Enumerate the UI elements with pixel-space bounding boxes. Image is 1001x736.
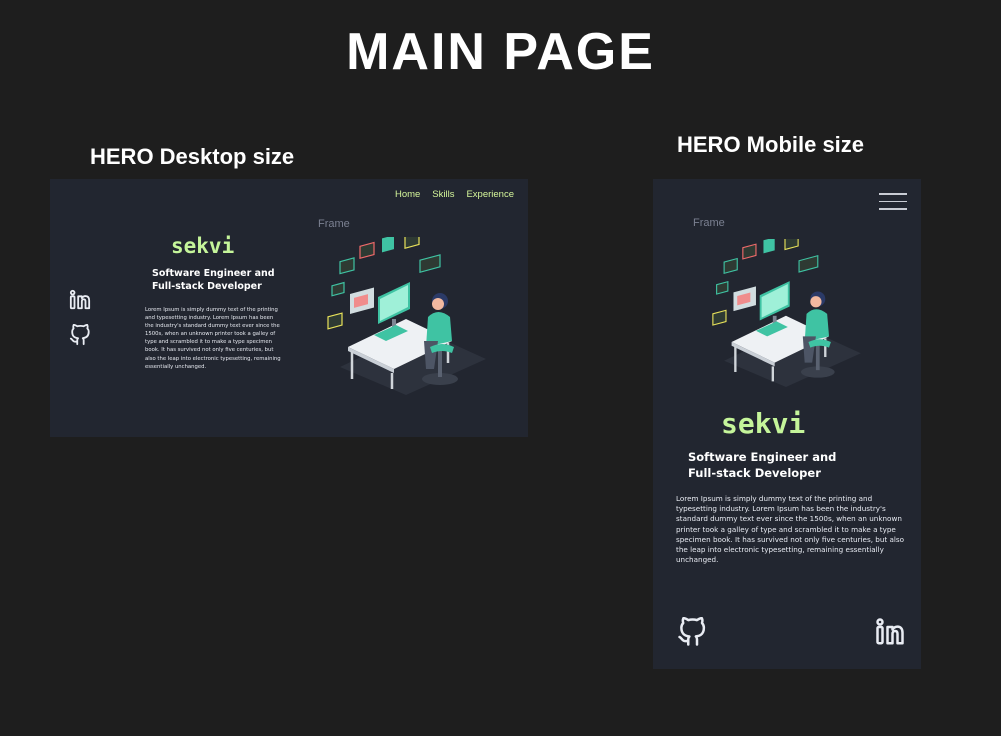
desktop-role-line-1: Software Engineer and bbox=[152, 268, 275, 279]
desktop-nav: Home Skills Experience bbox=[395, 189, 514, 200]
mobile-role-title: Software Engineer and Full-stack Develop… bbox=[688, 449, 836, 481]
mobile-github-link[interactable] bbox=[677, 617, 707, 647]
desktop-description: Lorem Ipsum is simply dummy text of the … bbox=[145, 307, 281, 370]
github-icon bbox=[678, 617, 706, 646]
nav-link-experience[interactable]: Experience bbox=[466, 189, 514, 200]
desktop-linkedin-link[interactable] bbox=[69, 289, 91, 311]
desktop-role-line-2: Full-stack Developer bbox=[152, 281, 262, 292]
mobile-frame-label: Frame bbox=[693, 217, 725, 229]
mobile-description: Lorem Ipsum is simply dummy text of the … bbox=[676, 494, 905, 565]
nav-link-skills[interactable]: Skills bbox=[432, 189, 454, 200]
mobile-hero-frame: Frame sekvi Software Engineer and Full-s… bbox=[653, 179, 921, 669]
mobile-role-line-1: Software Engineer and bbox=[688, 450, 837, 464]
desktop-brand-name: sekvi bbox=[171, 234, 235, 258]
mobile-linkedin-link[interactable] bbox=[875, 617, 905, 647]
github-icon bbox=[69, 324, 90, 346]
nav-link-home[interactable]: Home bbox=[395, 189, 420, 200]
mobile-brand-name: sekvi bbox=[721, 407, 806, 440]
mobile-developer-illustration bbox=[691, 239, 879, 387]
desktop-github-link[interactable] bbox=[69, 324, 91, 346]
desktop-section-label: HERO Desktop size bbox=[90, 144, 295, 169]
hamburger-menu-icon[interactable] bbox=[879, 193, 907, 216]
mobile-section-label: HERO Mobile size bbox=[677, 132, 865, 157]
desktop-frame-label: Frame bbox=[318, 218, 350, 230]
linkedin-icon bbox=[876, 618, 904, 645]
linkedin-icon bbox=[69, 289, 91, 310]
desktop-role-title: Software Engineer and Full-stack Develop… bbox=[152, 267, 275, 293]
mobile-role-line-2: Full-stack Developer bbox=[688, 466, 821, 480]
desktop-developer-illustration bbox=[320, 237, 490, 395]
desktop-hero-frame: Home Skills Experience Frame sekvi Softw… bbox=[50, 179, 528, 437]
page-title: MAIN PAGE bbox=[346, 23, 655, 81]
